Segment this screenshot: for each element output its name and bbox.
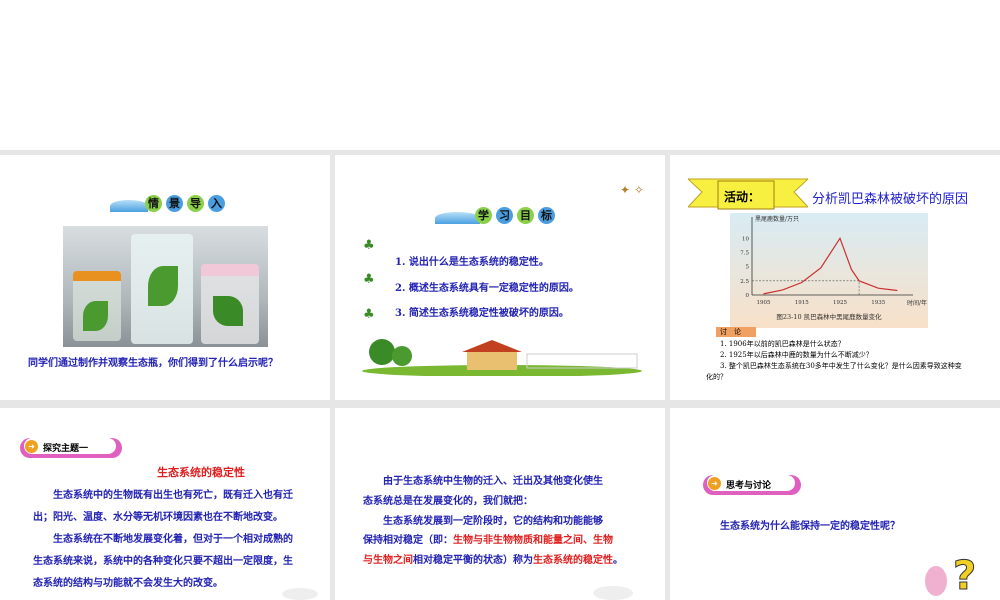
bunny-question-illustration: ?: [925, 554, 995, 599]
x-axis-label: 时间/年: [907, 299, 927, 307]
y-tick-label: 7.5: [740, 251, 749, 257]
x-tick-label: 1905: [756, 300, 770, 306]
body-text: 生态系统中的生物既有出生也有死亡，既有迁入也有迁 出；阳光、温度、水分等无机环境因…: [33, 490, 293, 589]
body-text: 由于生态系统中生物的迁入、迁出及其他变化使生 态系统总是在发展变化的，我们就把： …: [363, 476, 623, 567]
slide-title: 学习目标: [475, 207, 555, 224]
x-tick-label: 1915: [795, 300, 809, 306]
discuss-label: 讨 论: [716, 327, 756, 337]
topic-header-label: 探究主题一: [43, 444, 89, 454]
slide-title: 分析凯巴森林被破坏的原因: [812, 192, 969, 207]
sparkle-icon: ✦ ✧: [620, 183, 644, 197]
question-text: 生态系统为什么能保持一定的稳定性呢？: [720, 521, 900, 532]
scroll-illustration: [593, 586, 633, 600]
sprout-icon: ♣: [363, 307, 375, 322]
objective-item: 1. 说出什么是生态系统的稳定性。: [395, 257, 549, 268]
chart-background: [730, 213, 928, 328]
y-tick-label: 0: [746, 293, 750, 299]
slide-1[interactable]: 情景导入 同学们通过制作并观察生态瓶，你们得到了什么启示呢？: [0, 155, 330, 400]
y-tick-label: 2.5: [740, 279, 749, 285]
y-tick-label: 10: [742, 236, 749, 242]
arrow-circle-icon: ➜: [25, 440, 38, 453]
question: 3. 整个凯巴森林生态系统在30多年中发生了什么变化？是什么因素导致这种变化的？: [706, 362, 962, 381]
activity-badge: 活动：: [724, 190, 761, 204]
deer-population-chart: 黑尾鹿数量/万只时间/年 0 2.5 5 7.5 10 1905 1915 1925 1935 图2…: [730, 213, 928, 328]
objective-item: 3. 简述生态系统稳定性被破坏的原因。: [395, 308, 569, 319]
blank-area: [0, 0, 1000, 150]
chart-title: 图23-10 凯巴森林中黑尾鹿数量变化: [776, 312, 882, 321]
arrow-circle-icon: ➜: [708, 477, 721, 490]
slide-title: 情景导入: [145, 195, 225, 212]
sprout-icon: ♣: [363, 272, 375, 287]
slide-caption: 同学们通过制作并观察生态瓶，你们得到了什么启示呢？: [28, 358, 278, 369]
slide-6[interactable]: ➜ 思考与讨论 生态系统为什么能保持一定的稳定性呢？ ?: [670, 408, 1000, 600]
y-tick-label: 5: [746, 265, 750, 271]
slide-title: 生态系统的稳定性: [157, 466, 245, 479]
ecosystem-bottles-photo: [63, 226, 268, 347]
slide-2[interactable]: ✦ ✧ 学习目标 ♣ 1. 说出什么是生态系统的稳定性。 ♣ 2. 概述生态系统…: [335, 155, 665, 400]
landscape-illustration: [362, 339, 642, 376]
objective-item: 2. 概述生态系统具有一定稳定性的原因。: [395, 283, 579, 294]
discussion-header-label: 思考与讨论: [726, 481, 772, 491]
y-axis-label: 黑尾鹿数量/万只: [755, 215, 799, 223]
book-icon: [110, 200, 148, 212]
slide-4[interactable]: ➜ 探究主题一 生态系统的稳定性 生态系统中的生物既有出生也有死亡，既有迁入也有…: [0, 408, 330, 600]
book-icon: [435, 212, 480, 224]
sprout-icon: ♣: [363, 238, 375, 253]
slide-3[interactable]: 活动： 分析凯巴森林被破坏的原因 黑尾鹿数量/万只时间/年 0 2.5 5 7.5 10 1…: [670, 155, 1000, 400]
x-tick-label: 1935: [871, 300, 885, 306]
question: 1. 1906年以前的凯巴森林是什么状态？: [720, 340, 845, 348]
x-tick-label: 1925: [833, 300, 847, 306]
question: 2. 1925年以后森林中鹿的数量为什么不断减少？: [720, 351, 873, 359]
slide-5[interactable]: 由于生态系统中生物的迁入、迁出及其他变化使生 态系统总是在发展变化的，我们就把： …: [335, 408, 665, 600]
